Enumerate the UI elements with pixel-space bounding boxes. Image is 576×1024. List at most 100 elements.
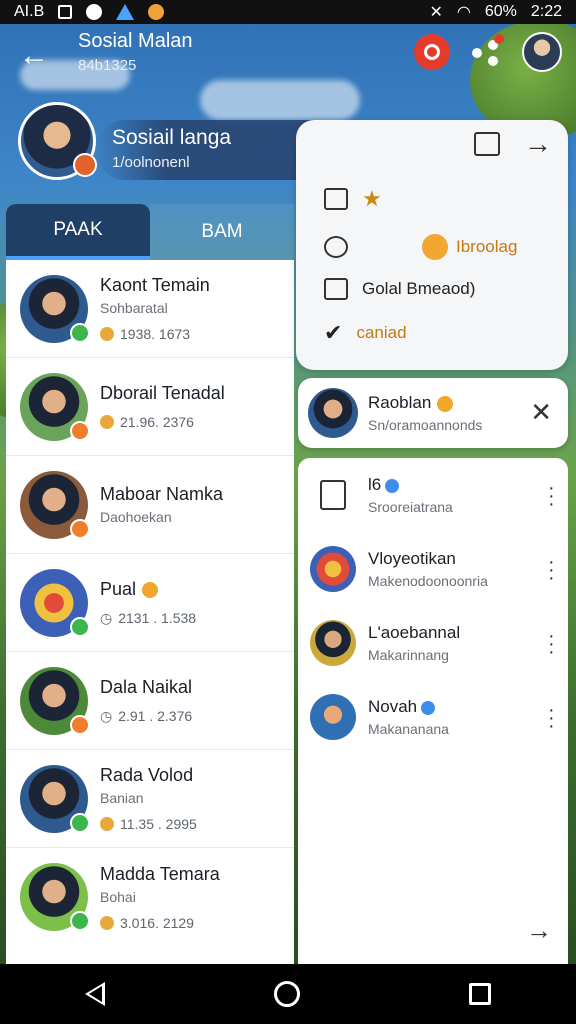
coin-icon — [422, 234, 448, 260]
nav-recents-icon[interactable] — [469, 983, 492, 1005]
list-item[interactable]: Dala Naikal ◷ 2.91 . 2.376 — [6, 652, 294, 750]
item-sub: Makarinnang — [368, 647, 449, 663]
contact-name: Dala Naikal — [100, 676, 193, 697]
contact-list: Kaont Temain Sohbaratal 1938. 1673 Dbora… — [6, 260, 294, 964]
close-icon[interactable]: ✕ — [530, 398, 552, 426]
profile-avatar[interactable] — [18, 102, 97, 180]
list-item[interactable]: Madda Temara Bohai 3.016. 2129 — [6, 848, 294, 946]
avatar — [20, 568, 90, 637]
document-icon — [310, 472, 356, 518]
menu-item-write[interactable]: Golal Bmeaod) — [324, 278, 475, 300]
online-status-icon — [70, 616, 90, 637]
item-sub: Makenodoonoonria — [368, 573, 488, 589]
cat-icon — [148, 4, 165, 20]
more-options-icon[interactable]: · · · — [548, 700, 555, 736]
time-label: 2:22 — [530, 3, 562, 20]
bluetooth-off-icon: ✕ — [429, 4, 443, 21]
selected-contact-card[interactable]: Raoblan Sn/oramoannonds ✕ — [298, 378, 568, 448]
list-item[interactable]: L'aoebannal Makarinnang · · · — [298, 606, 568, 680]
avatar — [20, 666, 90, 735]
write-icon — [324, 278, 348, 300]
contact-meta: 3.016. 2129 — [120, 914, 194, 931]
clock-icon: ◷ — [100, 707, 113, 724]
contact-name: Dborail Tenadal — [100, 383, 225, 403]
away-status-icon — [70, 714, 90, 735]
avatar — [20, 470, 90, 539]
profile-status-badge — [73, 153, 97, 177]
list-item[interactable]: l6 Srooreiatrana · · · — [298, 458, 568, 532]
chat-bubble-icon — [324, 236, 348, 258]
contact-name: Pual — [100, 579, 196, 600]
menu-item-check[interactable]: ✔ caniad — [324, 320, 407, 346]
contact-sub: Sohbaratal — [100, 300, 168, 316]
contact-name: Kaont Temain — [100, 275, 210, 295]
contact-name: Rada Volod — [100, 765, 194, 785]
verified-icon — [421, 700, 436, 715]
contact-meta: 11.35 . 2995 — [120, 816, 197, 832]
list-item[interactable]: Maboar Namka Daohoekan — [6, 456, 294, 554]
search-icon — [424, 44, 440, 60]
page-subtitle: 84b1325 — [78, 57, 137, 74]
app-header: ← Sosial Malan 84b1325 — [0, 24, 576, 88]
contact-sub: Daohoekan — [100, 509, 172, 525]
more-options-icon[interactable]: · · · — [548, 626, 555, 662]
list-item[interactable]: Rada Volod Banian 11.35 . 2995 — [6, 750, 294, 848]
item-name: L'aoebannal — [368, 623, 461, 642]
verified-badge-icon — [437, 395, 454, 412]
nav-home-icon[interactable] — [273, 981, 300, 1007]
share-button[interactable] — [468, 34, 504, 70]
away-status-icon — [70, 518, 90, 539]
contact-meta: 2131 . 1.538 — [118, 610, 197, 626]
menu-item-chat[interactable]: Ibroolag — [324, 230, 527, 264]
list-item[interactable]: Kaont Temain Sohbaratal 1938. 1673 — [6, 260, 294, 358]
tab-bam[interactable]: BAM — [150, 204, 294, 260]
share-notification-dot — [494, 34, 504, 44]
sim-icon — [58, 5, 73, 19]
wifi-icon: ◠ — [456, 4, 471, 21]
user-avatar[interactable] — [522, 32, 562, 72]
popup-menu: → ★ Ibroolag Golal Bmeaod) ✔ caniad — [296, 120, 568, 370]
avatar — [310, 694, 356, 740]
notification-icon — [86, 4, 103, 20]
next-arrow-icon[interactable]: → — [526, 915, 552, 946]
contact-meta: 2.91 . 2.376 — [118, 708, 193, 724]
more-options-icon[interactable]: · · · — [548, 552, 555, 588]
avatar — [20, 764, 90, 833]
menu-item-tasks[interactable]: ★ — [324, 186, 396, 212]
list-item[interactable]: Pual ◷ 2131 . 1.538 — [6, 554, 294, 652]
forward-arrow-icon[interactable]: → — [524, 130, 552, 158]
contact-sub: Banian — [100, 790, 144, 806]
clock-icon: ◷ — [100, 609, 113, 626]
stars-icon: ★ — [362, 186, 382, 211]
avatar — [310, 620, 356, 666]
checklist-icon — [324, 188, 348, 210]
profile-status: 1/oolnonenl — [112, 154, 190, 171]
item-name: Novah — [368, 697, 449, 717]
nav-back-icon[interactable] — [84, 982, 105, 1006]
avatar — [308, 388, 358, 438]
coin-icon — [100, 415, 114, 429]
list-item[interactable]: Vloyeotikan Makenodoonoonria · · · — [298, 532, 568, 606]
contact-name: Maboar Namka — [100, 484, 224, 504]
search-button[interactable] — [414, 34, 450, 70]
online-status-icon — [70, 911, 90, 931]
app-notification-icon — [116, 4, 135, 20]
back-arrow-icon[interactable]: ← — [14, 36, 54, 76]
profile-name: Sosiail langa — [112, 126, 232, 149]
avatar — [20, 372, 90, 441]
coin-icon — [100, 327, 114, 341]
selected-contact-sub: Sn/oramoannonds — [368, 417, 483, 433]
list-item[interactable]: Novah Makananana · · · — [298, 680, 568, 754]
item-sub: Srooreiatrana — [368, 499, 453, 515]
avatar — [20, 274, 90, 343]
system-navbar — [0, 964, 576, 1024]
list-item[interactable]: Dborail Tenadal 21.96. 2376 — [6, 358, 294, 456]
verified-icon — [385, 478, 400, 493]
carrier-label: AI.B — [14, 3, 45, 20]
tab-paak[interactable]: PAAK — [6, 204, 150, 260]
avatar — [310, 546, 356, 592]
selected-contact-name: Raoblan — [368, 393, 482, 413]
edit-icon[interactable] — [474, 132, 500, 156]
more-options-icon[interactable]: · · · — [548, 478, 555, 514]
check-badge-icon: ✔ — [324, 320, 343, 345]
